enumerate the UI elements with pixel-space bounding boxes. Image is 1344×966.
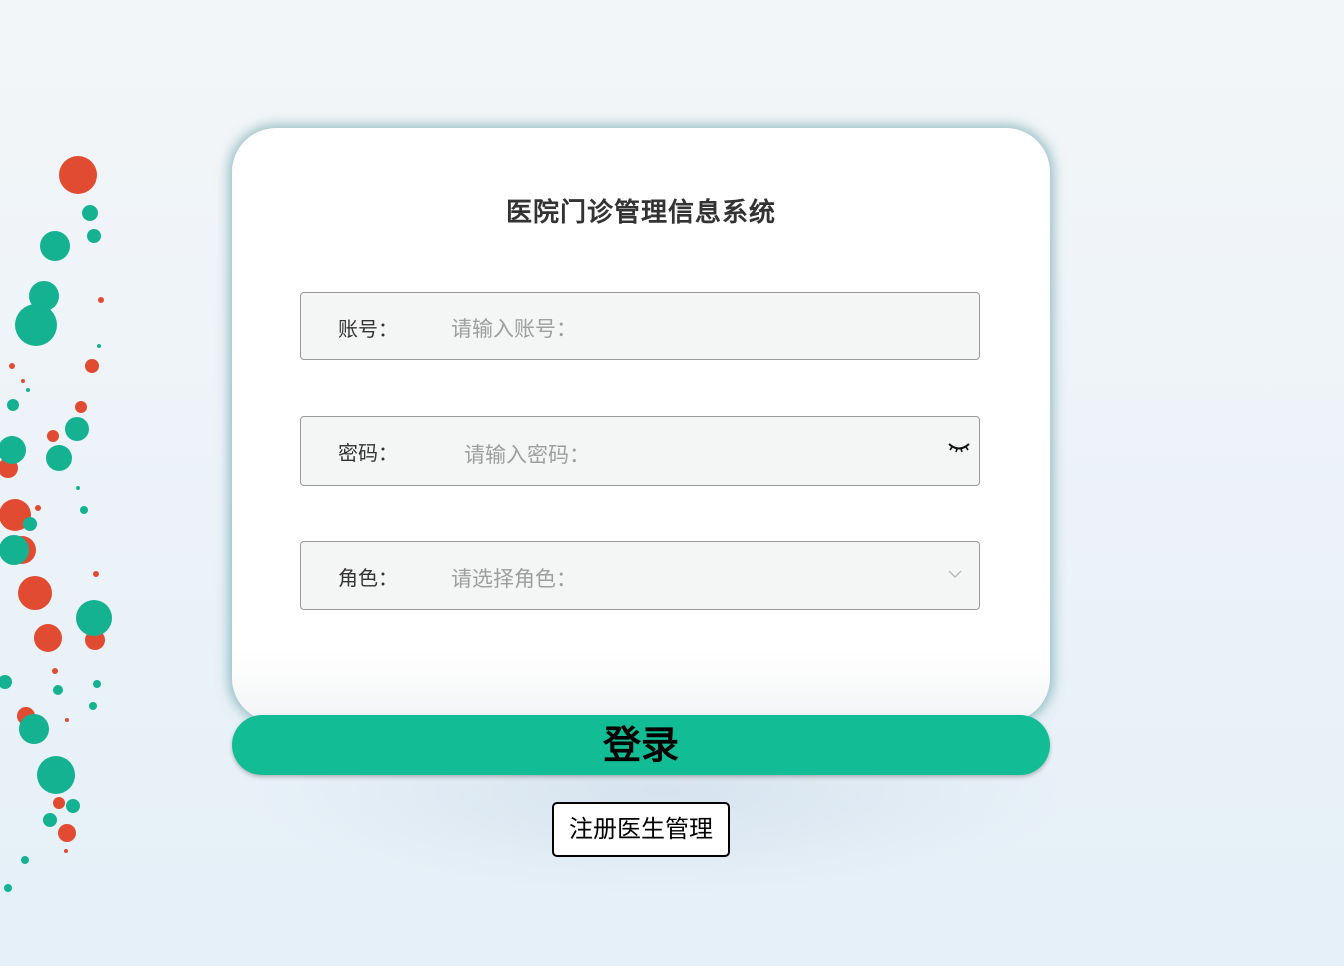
decorative-dots xyxy=(0,156,112,892)
green-dots xyxy=(0,205,112,892)
eye-closed-icon[interactable] xyxy=(947,439,971,457)
chevron-down-icon[interactable] xyxy=(947,568,963,580)
account-field[interactable]: 账号： 请输入账号： xyxy=(300,292,980,360)
role-placeholder: 请选择角色： xyxy=(451,567,577,591)
password-field[interactable]: 密码： 请输入密码： xyxy=(300,416,980,486)
role-label: 角色： xyxy=(338,566,398,590)
password-label: 密码： xyxy=(338,441,398,465)
login-button[interactable]: 登录 xyxy=(232,715,1050,775)
password-input[interactable]: 请输入密码： xyxy=(464,439,590,469)
role-select[interactable]: 角色： 请选择角色： xyxy=(300,541,980,610)
register-doctor-button[interactable]: 注册医生管理 xyxy=(552,802,730,857)
account-label: 账号： xyxy=(338,317,398,341)
account-input[interactable]: 请输入账号： xyxy=(451,313,577,343)
page-title: 医院门诊管理信息系统 xyxy=(505,198,776,228)
